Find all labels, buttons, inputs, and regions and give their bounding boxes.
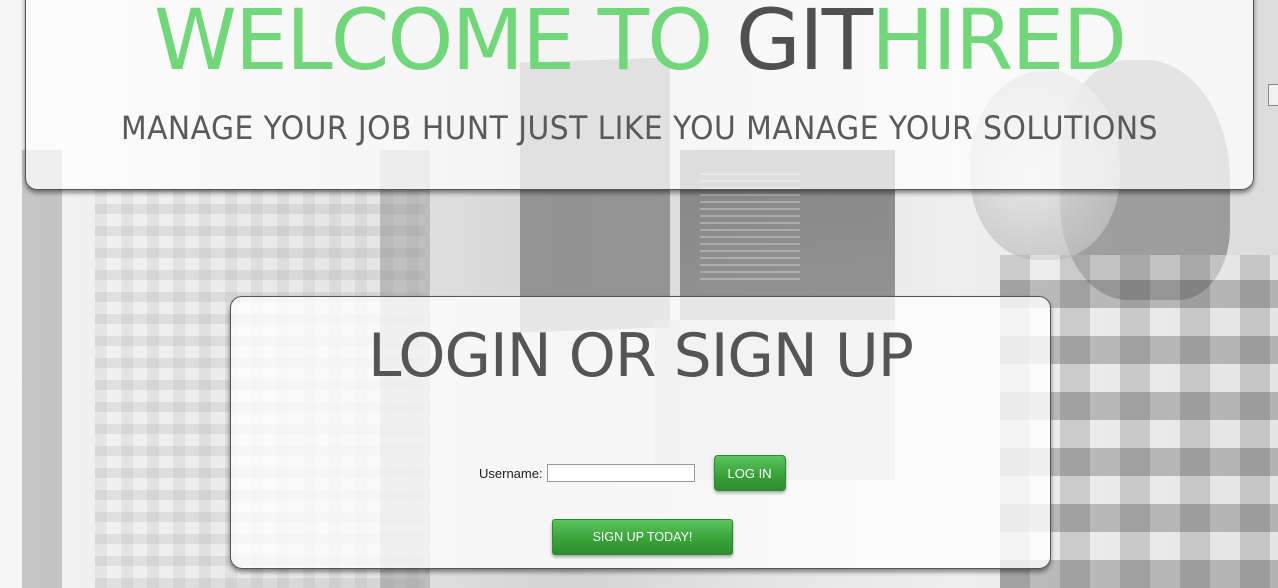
username-label: Username:	[479, 465, 543, 481]
tagline: MANAGE YOUR JOB HUNT JUST LIKE YOU MANAG…	[120, 109, 1159, 147]
brand-hired: HIRED	[871, 0, 1127, 89]
page: WELCOME TO GITHIRED MANAGE YOUR JOB HUNT…	[0, 0, 1278, 588]
welcome-title: WELCOME TO GITHIRED	[26, 0, 1253, 99]
login-panel: LOGIN OR SIGN UP Username: LOG IN SIGN U…	[230, 296, 1051, 569]
login-heading: LOGIN OR SIGN UP	[368, 321, 914, 391]
welcome-prefix: WELCOME TO	[153, 0, 736, 89]
signup-button[interactable]: SIGN UP TODAY!	[552, 519, 733, 555]
edge-fragment	[1268, 84, 1278, 106]
header-panel: WELCOME TO GITHIRED MANAGE YOUR JOB HUNT…	[25, 0, 1254, 190]
username-input[interactable]	[546, 464, 695, 482]
login-button[interactable]: LOG IN	[713, 455, 786, 491]
login-form: Username: LOG IN	[479, 455, 786, 491]
brand-git: GIT	[735, 0, 873, 89]
